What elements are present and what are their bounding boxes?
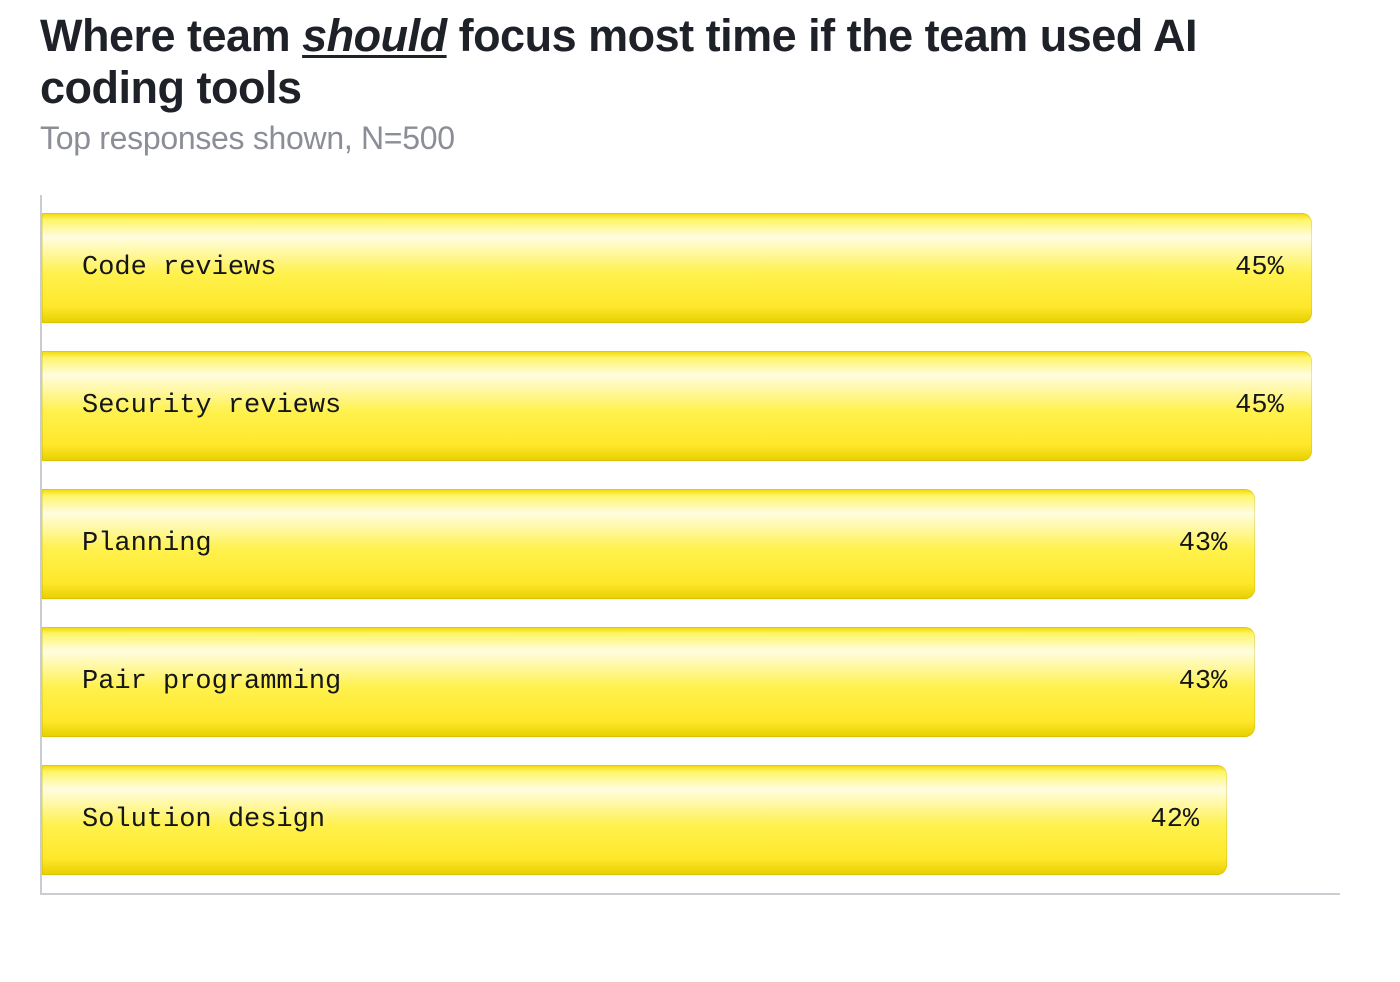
bar-value: 42% [1151, 805, 1200, 835]
bar: Planning 43% [42, 489, 1255, 599]
chart-title-pre: Where team [40, 10, 302, 61]
bar: Pair programming 43% [42, 627, 1255, 737]
chart-title-emphasis: should [302, 10, 446, 61]
bar-label: Solution design [82, 805, 325, 835]
bar-label: Security reviews [82, 391, 341, 421]
bar-value: 45% [1235, 253, 1284, 283]
bar-row: Planning 43% [42, 489, 1340, 599]
bar-label: Code reviews [82, 253, 276, 283]
bar-row: Code reviews 45% [42, 213, 1340, 323]
bar-row: Solution design 42% [42, 765, 1340, 875]
bar-value: 45% [1235, 391, 1284, 421]
chart-subtitle: Top responses shown, N=500 [40, 120, 1360, 157]
chart-container: Where team should focus most time if the… [0, 0, 1400, 982]
bar: Security reviews 45% [42, 351, 1312, 461]
bar-label: Pair programming [82, 667, 341, 697]
bar: Solution design 42% [42, 765, 1227, 875]
bar: Code reviews 45% [42, 213, 1312, 323]
plot-area: Code reviews 45% Security reviews 45% Pl… [40, 195, 1340, 895]
bar-row: Pair programming 43% [42, 627, 1340, 737]
bar-value: 43% [1179, 529, 1228, 559]
bar-value: 43% [1179, 667, 1228, 697]
bar-row: Security reviews 45% [42, 351, 1340, 461]
bar-label: Planning [82, 529, 212, 559]
chart-title: Where team should focus most time if the… [40, 10, 1240, 114]
